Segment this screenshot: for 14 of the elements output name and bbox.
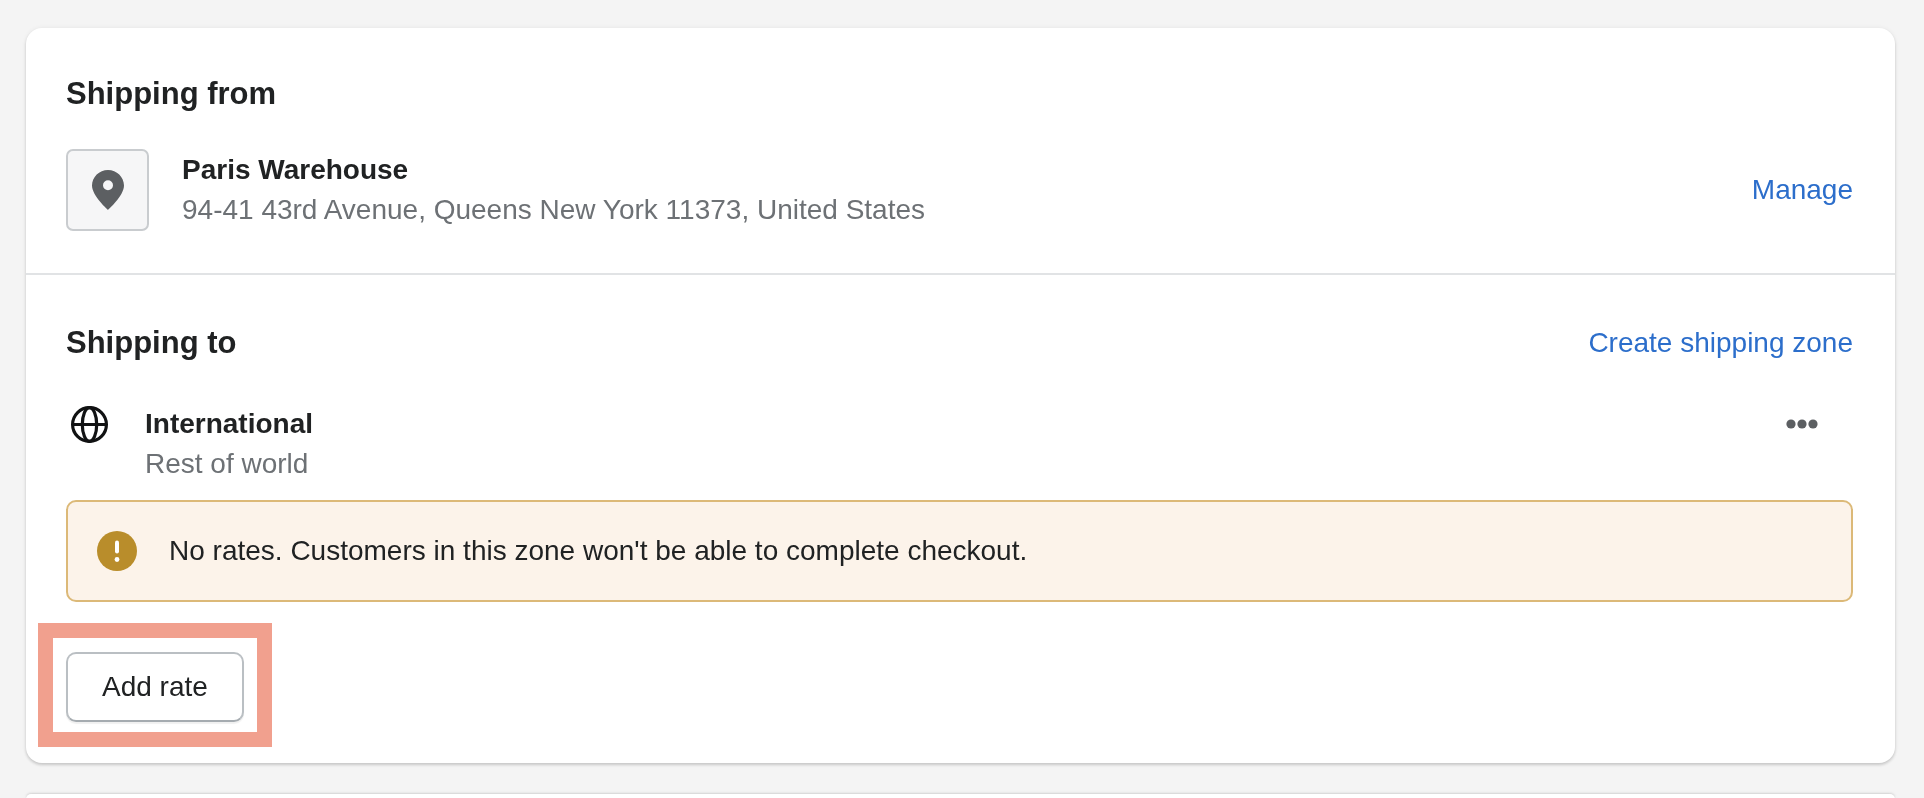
globe-icon	[71, 406, 108, 443]
manage-link[interactable]: Manage	[1751, 170, 1853, 210]
location-pin-icon	[66, 149, 149, 231]
location-address: 94-41 43rd Avenue, Queens New York 11373, United States	[182, 193, 926, 227]
location-name: Paris Warehouse	[182, 153, 410, 187]
banner-message: No rates. Customers in this zone won't be able to complete checkout.	[169, 534, 1028, 568]
zone-description: Rest of world	[145, 447, 310, 481]
section-heading: Shipping from	[66, 75, 278, 113]
create-zone-link[interactable]: Create shipping zone	[1588, 323, 1853, 363]
section-heading: Shipping to	[66, 324, 237, 362]
more-icon	[1786, 419, 1818, 429]
alert-icon	[97, 531, 137, 571]
zone-name: International	[145, 407, 314, 441]
add-rate-button[interactable]: Add rate	[66, 652, 244, 722]
